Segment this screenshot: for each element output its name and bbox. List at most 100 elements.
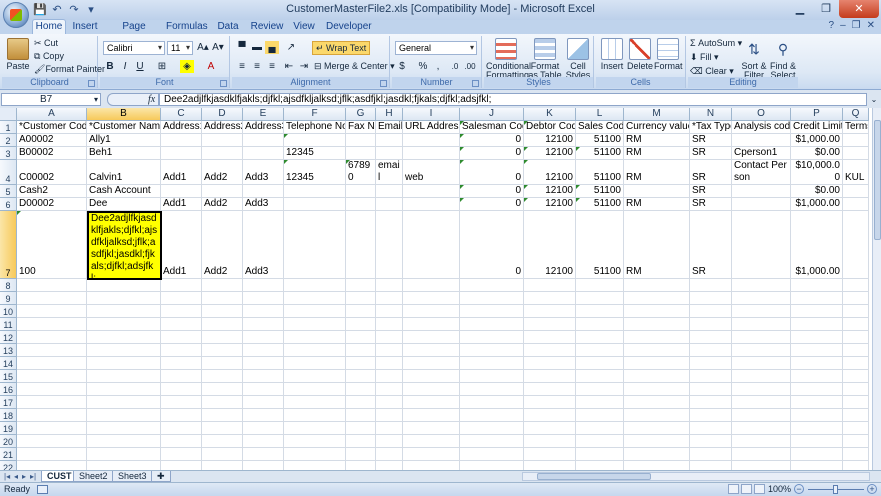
cell[interactable] [690,279,732,292]
cell[interactable] [243,147,284,160]
align-left-icon[interactable]: ≡ [235,60,249,73]
cell[interactable] [576,344,624,357]
cell[interactable] [346,279,376,292]
cell[interactable] [690,292,732,305]
cell[interactable] [843,409,869,422]
cell[interactable] [791,279,843,292]
workbook-restore-button[interactable]: ❐ [852,20,861,31]
workbook-close-button[interactable]: ✕ [867,20,875,31]
cell[interactable] [161,292,202,305]
fill-button[interactable]: ⬇ Fill ▾ [690,52,719,63]
paste-button[interactable]: Paste [4,38,32,71]
row-header[interactable]: 2 [0,134,17,147]
merge-center-button[interactable]: ⊟ Merge & Center ▾ [314,61,395,72]
column-header[interactable]: Q [843,108,869,121]
cell[interactable] [403,292,460,305]
cell[interactable] [624,344,690,357]
select-all-corner[interactable] [0,108,17,121]
cell[interactable] [690,331,732,344]
cell[interactable] [403,134,460,147]
row-header[interactable]: 20 [0,435,17,448]
cell[interactable] [161,134,202,147]
cell[interactable] [161,461,202,470]
cell[interactable] [202,331,243,344]
cell[interactable] [690,396,732,409]
cell[interactable]: email [376,160,403,185]
cell[interactable] [732,396,791,409]
number-launcher[interactable] [472,80,479,87]
row-header[interactable]: 19 [0,422,17,435]
cell[interactable] [791,344,843,357]
row-header[interactable]: 8 [0,279,17,292]
cell[interactable]: 12100 [524,160,576,185]
cell[interactable] [524,331,576,344]
zoom-level[interactable]: 100% [768,483,791,496]
cell[interactable] [87,279,161,292]
cell[interactable] [732,461,791,470]
cell[interactable] [524,383,576,396]
cell[interactable] [690,461,732,470]
prev-sheet-icon[interactable]: ◂ [14,471,18,482]
cell[interactable]: $1,000.00 [791,211,843,279]
cell[interactable] [17,279,87,292]
cell[interactable]: web [403,160,460,185]
cell[interactable]: $0.00 [791,147,843,160]
cell[interactable]: SR [690,134,732,147]
cell[interactable] [202,396,243,409]
cell[interactable] [624,396,690,409]
cell[interactable] [161,318,202,331]
cell[interactable] [87,461,161,470]
font-color-icon[interactable]: A [204,60,218,73]
cell[interactable]: Cash2 [17,185,87,198]
cell[interactable]: Calvin1 [87,160,161,185]
cell[interactable] [460,396,524,409]
cell[interactable]: 0 [460,198,524,211]
font-size-combo[interactable]: 11 [167,41,193,55]
cell[interactable] [87,448,161,461]
cell[interactable] [576,370,624,383]
cell[interactable] [243,279,284,292]
cell[interactable] [376,448,403,461]
cell[interactable] [243,134,284,147]
cell[interactable] [376,134,403,147]
cell[interactable] [202,292,243,305]
cell[interactable] [732,409,791,422]
cell[interactable]: 12100 [524,147,576,160]
cell[interactable] [460,461,524,470]
cell[interactable] [346,422,376,435]
cell[interactable]: 12100 [524,134,576,147]
cell[interactable]: Add2 [202,211,243,279]
cell[interactable] [732,305,791,318]
cell[interactable]: Terms [843,121,869,134]
column-header[interactable]: L [576,108,624,121]
cell[interactable] [791,383,843,396]
cell[interactable] [576,318,624,331]
cell[interactable] [403,448,460,461]
comma-icon[interactable]: , [431,60,445,73]
maximize-button[interactable]: ❐ [813,0,839,18]
tab-view[interactable]: View [290,20,318,34]
row-header[interactable]: 11 [0,318,17,331]
cell[interactable]: 67890 [346,160,376,185]
error-indicator-icon[interactable] [524,160,528,164]
cell[interactable] [376,422,403,435]
cell[interactable] [843,134,869,147]
cell[interactable] [161,448,202,461]
cell[interactable] [791,409,843,422]
cell[interactable]: RM [624,134,690,147]
cell[interactable]: 51100 [576,185,624,198]
page-layout-view-icon[interactable] [741,484,752,494]
sheet-tab-sheet2[interactable]: Sheet2 [73,471,114,482]
cell[interactable] [284,134,346,147]
cell[interactable] [17,344,87,357]
cell[interactable] [843,344,869,357]
cell[interactable]: $1,000.00 [791,134,843,147]
cell[interactable] [284,185,346,198]
row-header[interactable]: 18 [0,409,17,422]
cell[interactable] [243,185,284,198]
cell[interactable] [346,198,376,211]
cell[interactable] [576,383,624,396]
column-header[interactable]: K [524,108,576,121]
currency-icon[interactable]: $ [395,60,409,73]
cell[interactable] [284,435,346,448]
